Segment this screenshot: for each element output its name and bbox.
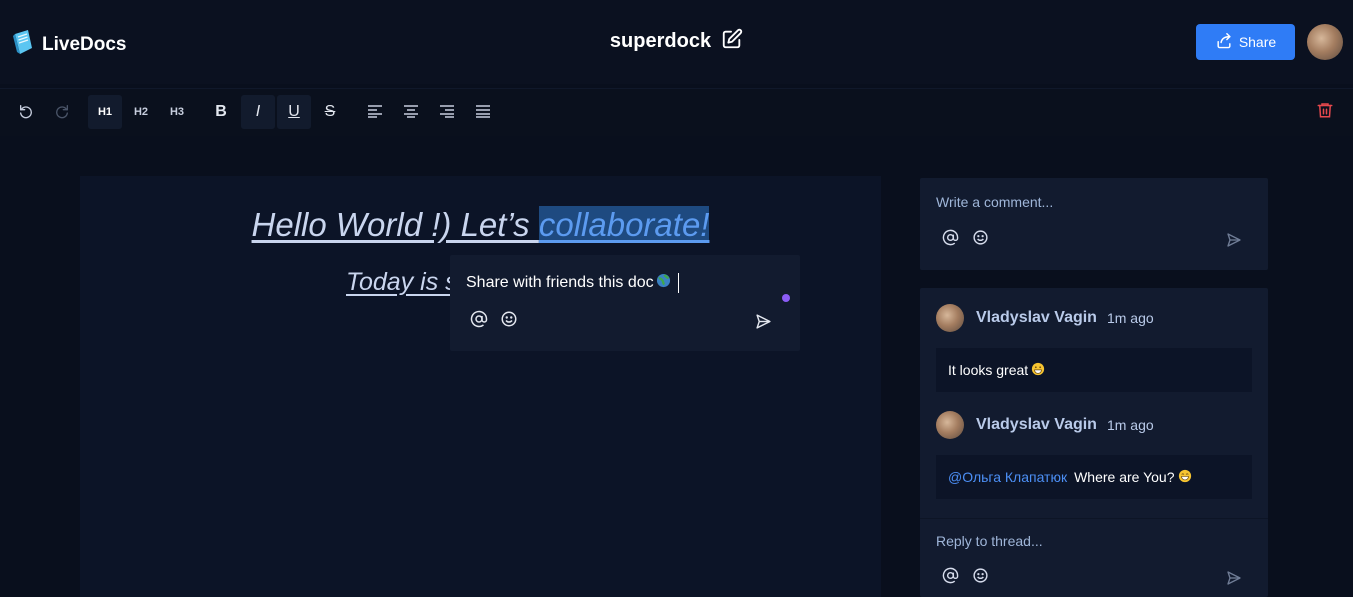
presence-dot xyxy=(782,294,790,302)
formatting-toolbar: H1 H2 H3 B I U S xyxy=(0,88,1353,136)
comment-input[interactable]: Write a comment... xyxy=(936,194,1053,210)
doc-title-area: superdock xyxy=(0,28,1353,55)
inline-comment-tools xyxy=(470,310,518,333)
redo-icon xyxy=(54,103,70,122)
undo-button[interactable] xyxy=(9,95,43,129)
emoji-button[interactable] xyxy=(971,229,989,251)
mention-button[interactable] xyxy=(470,310,488,333)
comment-header: Vladyslav Vagin 1m ago xyxy=(936,304,1154,332)
avatar xyxy=(936,411,964,439)
doc-title[interactable]: superdock xyxy=(610,30,711,53)
at-sign-icon xyxy=(470,310,488,333)
header: LiveDocs superdock Share xyxy=(0,0,1353,84)
text-cursor xyxy=(677,273,679,293)
underline-button[interactable]: U xyxy=(277,95,311,129)
undo-icon xyxy=(18,103,34,122)
delete-document-button[interactable] xyxy=(1316,100,1334,125)
align-center-icon xyxy=(403,104,419,121)
at-sign-icon xyxy=(942,229,959,251)
heading-2-button[interactable]: H2 xyxy=(124,95,158,129)
inline-comment-composer: Share with friends this doc xyxy=(450,255,800,351)
comment-text: Where are You? xyxy=(1074,469,1175,485)
comment-time: 1m ago xyxy=(1106,417,1154,433)
smiley-icon xyxy=(972,567,989,589)
send-icon xyxy=(755,314,772,334)
document-editor[interactable]: Hello World !) Let’s collaborate! Today … xyxy=(80,176,881,597)
inline-comment-input[interactable]: Share with friends this doc xyxy=(466,273,679,293)
send-button[interactable] xyxy=(1226,232,1242,253)
align-left-icon xyxy=(367,104,383,121)
new-comment-box: Write a comment... xyxy=(920,178,1268,270)
smiley-icon xyxy=(972,229,989,251)
trash-icon xyxy=(1316,103,1334,124)
mention-button[interactable] xyxy=(941,229,959,251)
avatar xyxy=(936,304,964,332)
italic-button[interactable]: I xyxy=(241,95,275,129)
globe-emoji-icon xyxy=(656,273,671,293)
comment-author: Vladyslav Vagin xyxy=(976,309,1097,326)
comment-body: It looks great xyxy=(936,348,1252,392)
comment-thread: Vladyslav Vagin 1m ago It looks great Vl… xyxy=(920,288,1268,597)
comment-author: Vladyslav Vagin xyxy=(976,416,1097,433)
emoji-button[interactable] xyxy=(500,310,518,333)
share-label: Share xyxy=(1238,34,1277,50)
share-icon xyxy=(1215,32,1233,52)
divider xyxy=(920,518,1268,519)
strikethrough-button[interactable]: S xyxy=(313,95,347,129)
send-button[interactable] xyxy=(755,313,772,335)
smiling-emoji-icon xyxy=(1178,469,1192,486)
heading-1-button[interactable]: H1 xyxy=(88,95,122,129)
redo-button[interactable] xyxy=(45,95,79,129)
emoji-button[interactable] xyxy=(971,567,989,589)
mention-button[interactable] xyxy=(941,567,959,589)
send-button[interactable] xyxy=(1226,570,1242,591)
reply-tools xyxy=(941,567,989,589)
align-right-button[interactable] xyxy=(430,95,464,129)
comment-text: It looks great xyxy=(948,362,1029,378)
align-left-button[interactable] xyxy=(358,95,392,129)
mention-link[interactable]: @Ольга Клапатюк xyxy=(948,469,1067,485)
comment-time: 1m ago xyxy=(1106,310,1154,326)
align-right-icon xyxy=(439,104,455,121)
avatar[interactable] xyxy=(1307,24,1343,60)
bold-button[interactable]: B xyxy=(204,95,238,129)
at-sign-icon xyxy=(942,567,959,589)
grinning-emoji-icon xyxy=(1031,362,1045,379)
align-justify-button[interactable] xyxy=(466,95,500,129)
smiley-icon xyxy=(500,310,518,333)
edit-icon[interactable] xyxy=(721,28,743,55)
align-justify-icon xyxy=(475,104,491,121)
send-icon xyxy=(1226,571,1242,590)
heading-3-button[interactable]: H3 xyxy=(160,95,194,129)
inline-comment-text: Share with friends this doc xyxy=(466,274,654,291)
comment-body: @Ольга Клапатюк Where are You? xyxy=(936,455,1252,499)
heading-line[interactable]: Hello World !) Let’s collaborate! xyxy=(80,206,881,244)
share-button[interactable]: Share xyxy=(1196,24,1295,60)
subheading-line[interactable]: Today is s xyxy=(346,268,458,297)
align-center-button[interactable] xyxy=(394,95,428,129)
reply-input[interactable]: Reply to thread... xyxy=(936,533,1043,549)
comment-tools xyxy=(941,229,989,251)
comment-header: Vladyslav Vagin 1m ago xyxy=(936,411,1154,439)
heading-text: Hello World !) Let’s xyxy=(251,206,539,243)
send-icon xyxy=(1226,233,1242,252)
highlighted-text[interactable]: collaborate! xyxy=(538,206,710,243)
